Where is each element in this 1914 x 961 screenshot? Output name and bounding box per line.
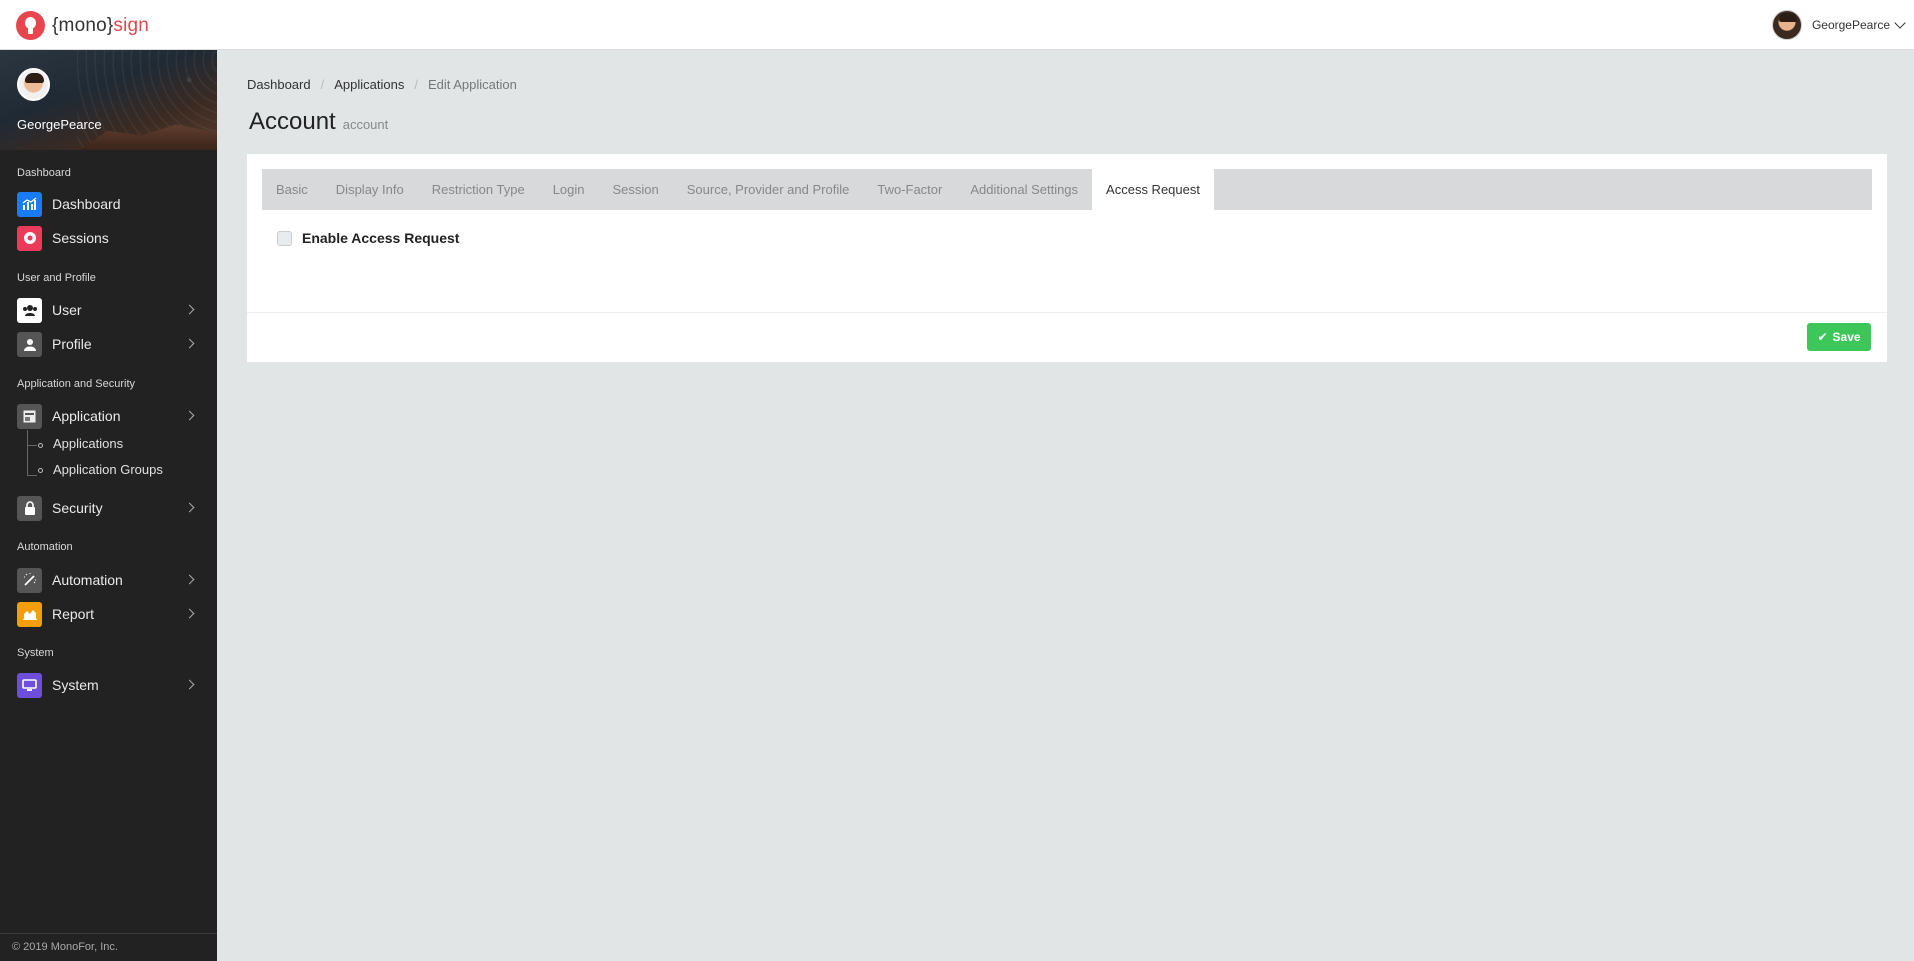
save-button-label: Save xyxy=(1832,330,1861,344)
chevron-right-icon xyxy=(184,410,195,421)
sidebar-item-automation[interactable]: Automation xyxy=(17,567,197,593)
tab-two-factor[interactable]: Two-Factor xyxy=(863,169,956,210)
sidebar-item-security[interactable]: Security xyxy=(17,495,197,521)
breadcrumb-separator: / xyxy=(320,77,325,92)
sidebar-profile: GeorgePearce xyxy=(0,50,217,150)
sidebar-username: GeorgePearce xyxy=(17,117,102,132)
sidebar-item-label: Application xyxy=(52,408,121,424)
section-automation: Automation xyxy=(17,541,73,553)
submenu-tick xyxy=(27,445,37,446)
sidebar-item-label: Security xyxy=(52,500,103,516)
sidebar-item-label: Dashboard xyxy=(52,196,121,212)
chevron-right-icon xyxy=(184,574,195,585)
sidebar-subitem-application-groups[interactable]: Application Groups xyxy=(53,462,163,477)
user-menu[interactable]: GeorgePearce xyxy=(1771,10,1906,40)
brand-logo[interactable]: {mono}sign xyxy=(16,11,149,40)
chevron-right-icon xyxy=(184,304,195,315)
sidebar-item-label: Report xyxy=(52,606,95,622)
page-subtitle: account xyxy=(342,117,389,132)
chevron-down-icon xyxy=(1894,16,1906,29)
enable-access-request-label: Enable Access Request xyxy=(302,230,460,246)
tab-additional-settings[interactable]: Additional Settings xyxy=(956,169,1092,210)
chevron-right-icon xyxy=(184,502,195,513)
brand-name: {mono}sign xyxy=(52,15,149,37)
tab-bar: Basic Display Info Restriction Type Logi… xyxy=(262,169,1872,210)
sidebar-item-label: User xyxy=(52,302,82,318)
brand-prefix: {mono} xyxy=(52,14,114,36)
brand-suffix: sign xyxy=(113,14,150,36)
page-title: Account xyxy=(249,108,336,135)
tab-source-provider-profile[interactable]: Source, Provider and Profile xyxy=(673,169,864,210)
section-app-security: Application and Security xyxy=(17,378,136,390)
save-button[interactable]: ✔ Save xyxy=(1807,323,1871,351)
sidebar-avatar[interactable] xyxy=(17,68,50,101)
section-user-profile: User and Profile xyxy=(17,272,96,284)
top-bar: {mono}sign GeorgePearce xyxy=(0,0,1914,50)
tab-restriction-type[interactable]: Restriction Type xyxy=(418,169,539,210)
lock-icon xyxy=(17,495,42,521)
sidebar-item-application[interactable]: Application xyxy=(17,403,197,429)
sidebar-item-label: Profile xyxy=(52,336,92,352)
breadcrumb-dashboard[interactable]: Dashboard xyxy=(247,77,311,92)
monitor-icon xyxy=(17,672,42,698)
breadcrumb-current: Edit Application xyxy=(427,77,517,92)
magic-wand-icon xyxy=(17,567,42,593)
breadcrumb-separator: / xyxy=(414,77,418,92)
avatar xyxy=(1771,10,1802,40)
user-menu-name: GeorgePearce xyxy=(1811,18,1890,32)
tab-access-request[interactable]: Access Request xyxy=(1092,169,1214,210)
section-dashboard: Dashboard xyxy=(17,167,71,179)
edit-application-panel: Basic Display Info Restriction Type Logi… xyxy=(247,154,1887,362)
sidebar-subitem-applications[interactable]: Applications xyxy=(53,436,123,451)
sidebar-item-label: System xyxy=(52,677,99,693)
tab-login[interactable]: Login xyxy=(539,169,599,210)
submenu-dot xyxy=(38,443,43,448)
chart-icon xyxy=(17,191,42,217)
tab-basic[interactable]: Basic xyxy=(262,169,322,210)
enable-access-request-row[interactable]: Enable Access Request xyxy=(277,230,459,246)
submenu-line xyxy=(27,430,28,476)
users-icon xyxy=(17,297,42,323)
sidebar-item-system[interactable]: System xyxy=(17,672,197,698)
window-icon xyxy=(17,403,42,429)
enable-access-request-checkbox[interactable] xyxy=(277,230,292,246)
submenu-dot xyxy=(38,468,43,473)
section-system: System xyxy=(17,647,54,659)
sidebar-item-label: Sessions xyxy=(52,230,109,246)
sidebar-item-report[interactable]: Report xyxy=(17,601,197,627)
page-header: Account account xyxy=(249,108,388,136)
sidebar-item-user[interactable]: User xyxy=(17,297,197,323)
submenu-tick xyxy=(27,475,37,476)
tab-session[interactable]: Session xyxy=(599,169,673,210)
sidebar-item-sessions[interactable]: Sessions xyxy=(17,225,197,251)
sidebar: GeorgePearce Dashboard Dashboard Session… xyxy=(0,50,217,961)
panel-footer: ✔ Save xyxy=(247,312,1887,362)
record-icon xyxy=(17,225,42,251)
area-chart-icon xyxy=(17,601,42,627)
breadcrumb: Dashboard / Applications / Edit Applicat… xyxy=(247,77,517,92)
chevron-right-icon xyxy=(184,679,195,690)
sidebar-item-profile[interactable]: Profile xyxy=(17,331,197,357)
sidebar-item-dashboard[interactable]: Dashboard xyxy=(17,191,197,217)
chevron-right-icon xyxy=(184,338,195,349)
sidebar-footer: © 2019 MonoFor, Inc. xyxy=(0,933,217,961)
person-icon xyxy=(17,331,42,357)
lightbulb-logo-icon xyxy=(16,11,45,40)
tab-display-info[interactable]: Display Info xyxy=(322,169,418,210)
check-icon: ✔ xyxy=(1817,330,1828,344)
chevron-right-icon xyxy=(184,608,195,619)
sidebar-item-label: Automation xyxy=(52,572,123,588)
breadcrumb-applications[interactable]: Applications xyxy=(334,77,404,92)
